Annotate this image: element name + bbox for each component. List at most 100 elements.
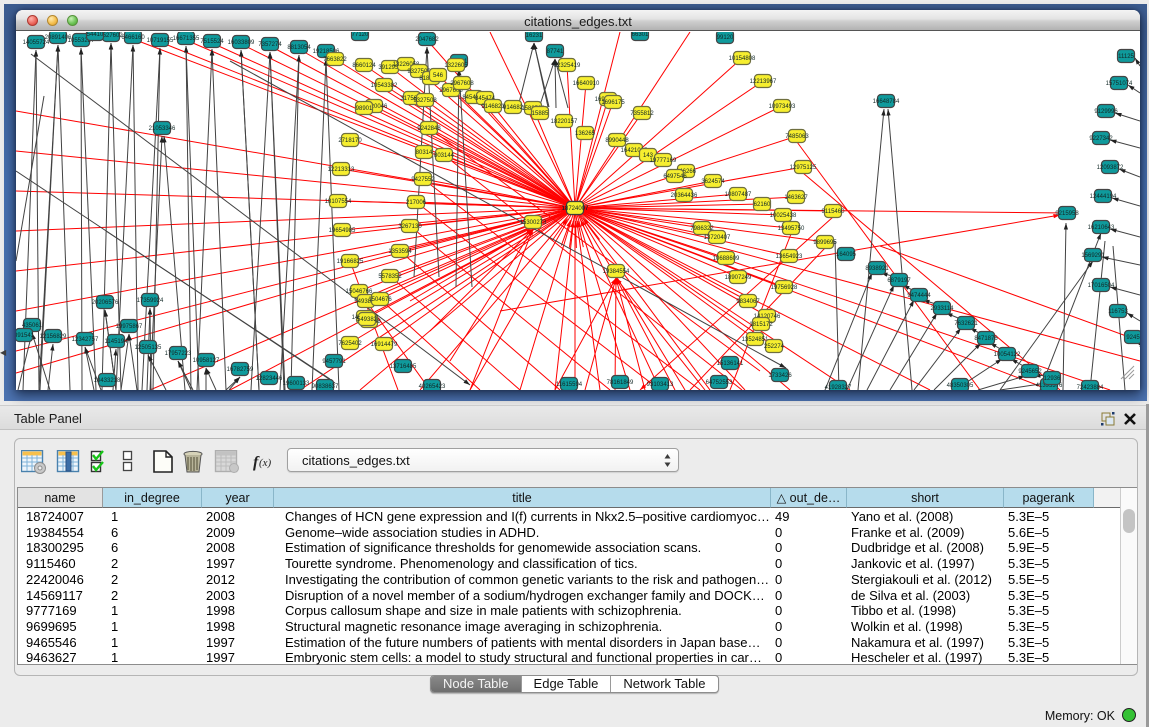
svg-text:1815172: 1815172: [749, 322, 773, 328]
svg-text:8813054: 8813054: [287, 45, 311, 51]
svg-text:3624574: 3624574: [701, 179, 725, 185]
svg-text:40265423: 40265423: [419, 384, 446, 390]
svg-text:1696175: 1696175: [601, 100, 625, 106]
svg-text:9427552: 9427552: [411, 177, 435, 183]
svg-text:12325419: 12325419: [554, 63, 581, 69]
svg-text:1463627: 1463627: [784, 195, 808, 201]
svg-text:10973493: 10973493: [769, 104, 796, 110]
svg-text:10025438: 10025438: [770, 213, 797, 219]
svg-text:54410: 54410: [87, 32, 104, 38]
svg-text:19756928: 19756928: [771, 285, 798, 291]
svg-text:16914479: 16914479: [371, 342, 398, 348]
svg-text:10154808: 10154808: [729, 56, 756, 62]
svg-text:9146821: 9146821: [481, 104, 505, 110]
svg-text:1322605: 1322605: [444, 63, 468, 69]
svg-text:17359924: 17359924: [137, 298, 164, 304]
svg-text:9457791: 9457791: [322, 359, 346, 365]
svg-text:9834067: 9834067: [736, 299, 760, 305]
svg-text:13716485: 13716485: [390, 364, 417, 370]
svg-text:16782759: 16782759: [227, 367, 254, 373]
svg-text:13524851: 13524851: [742, 337, 769, 343]
svg-text:98901: 98901: [356, 106, 373, 112]
svg-text:1353594: 1353594: [388, 249, 412, 255]
svg-text:16033809: 16033809: [228, 40, 255, 46]
svg-text:2047682: 2047682: [415, 37, 439, 43]
svg-text:9227342: 9227342: [1089, 136, 1113, 142]
svg-text:10433218: 10433218: [94, 378, 121, 384]
svg-text:6466160: 6466160: [121, 35, 145, 41]
svg-text:12213313: 12213313: [328, 167, 355, 173]
svg-text:1569291: 1569291: [1081, 253, 1105, 259]
svg-text:13495750: 13495750: [778, 226, 805, 232]
svg-text:11125: 11125: [1118, 54, 1134, 60]
svg-text:116753: 116753: [1108, 309, 1128, 315]
svg-text:48350305: 48350305: [947, 383, 974, 389]
svg-text:78161849: 78161849: [607, 380, 634, 386]
svg-text:19654985: 19654985: [329, 228, 356, 234]
svg-text:10688609: 10688609: [713, 256, 740, 262]
svg-text:8990448: 8990448: [605, 138, 629, 144]
svg-text:12093872: 12093872: [1097, 165, 1124, 171]
svg-text:19384554: 19384554: [603, 269, 630, 275]
svg-text:15136141: 15136141: [717, 361, 744, 367]
svg-text:90838637: 90838637: [312, 384, 339, 390]
svg-text:2967608: 2967608: [450, 81, 474, 87]
svg-text:7625402: 7625402: [338, 341, 362, 347]
svg-text:803144: 803144: [434, 153, 455, 159]
svg-text:62160: 62160: [754, 202, 771, 208]
svg-text:136265: 136265: [575, 131, 596, 137]
svg-text:16640910: 16640910: [573, 81, 600, 87]
svg-text:8660124: 8660124: [352, 63, 376, 69]
svg-text:17957223: 17957223: [165, 351, 192, 357]
svg-text:10543382: 10543382: [371, 83, 398, 89]
svg-text:19777169: 19777169: [650, 158, 677, 164]
svg-text:12213967: 12213967: [750, 79, 777, 85]
svg-text:93103413: 93103413: [647, 382, 674, 388]
svg-text:8471876: 8471876: [974, 336, 998, 342]
svg-text:12936: 12936: [1044, 376, 1061, 382]
svg-text:13654923: 13654923: [776, 254, 803, 260]
svg-text:391541: 391541: [16, 333, 35, 339]
svg-text:2718170: 2718170: [338, 138, 362, 144]
svg-text:217006: 217006: [406, 200, 427, 206]
svg-text:12342757: 12342757: [72, 337, 99, 343]
svg-text:18907249: 18907249: [725, 275, 752, 281]
svg-text:19975867: 19975867: [116, 324, 143, 330]
svg-text:13720407: 13720407: [704, 235, 731, 241]
svg-text:21053346: 21053346: [149, 126, 176, 132]
svg-text:9899695: 9899695: [813, 240, 837, 246]
svg-text:12444194: 12444194: [1090, 194, 1117, 200]
svg-text:7663822: 7663822: [323, 57, 347, 63]
svg-text:9245: 9245: [1126, 335, 1140, 341]
svg-text:7515524: 7515524: [200, 39, 224, 45]
svg-text:12823446: 12823446: [256, 376, 283, 382]
svg-text:9474444: 9474444: [907, 293, 931, 299]
svg-text:2933114: 2933114: [931, 306, 955, 312]
svg-text:9129996: 9129996: [1094, 109, 1118, 115]
svg-text:20364436: 20364436: [671, 193, 698, 199]
svg-text:10958127: 10958127: [193, 358, 220, 364]
svg-text:87741: 87741: [547, 49, 564, 55]
svg-text:9327508: 9327508: [413, 98, 437, 104]
svg-text:7355812: 7355812: [630, 111, 654, 117]
svg-text:10719155: 10719155: [147, 38, 174, 44]
svg-text:6879197: 6879197: [887, 278, 911, 284]
svg-text:(x): (x): [259, 457, 272, 469]
svg-text:18107554: 18107554: [325, 199, 352, 205]
svg-text:164095: 164095: [836, 252, 857, 258]
svg-text:10054122: 10054122: [994, 352, 1021, 358]
svg-text:1145194: 1145194: [105, 339, 129, 345]
svg-text:17016504: 17016504: [1088, 283, 1115, 289]
svg-text:15751074: 15751074: [1106, 81, 1133, 87]
svg-text:15885: 15885: [532, 111, 549, 117]
svg-text:7357274: 7357274: [258, 42, 282, 48]
svg-text:66301: 66301: [632, 32, 649, 38]
svg-text:6497546: 6497546: [663, 174, 687, 180]
svg-text:15300273: 15300273: [520, 220, 547, 226]
svg-text:64752553: 64752553: [706, 380, 733, 386]
svg-text:3267130: 3267130: [398, 224, 422, 230]
svg-text:99120: 99120: [717, 35, 734, 41]
svg-text:16210643: 16210643: [1088, 225, 1115, 231]
svg-text:9115460: 9115460: [822, 209, 846, 215]
svg-text:10807487: 10807487: [725, 192, 752, 198]
